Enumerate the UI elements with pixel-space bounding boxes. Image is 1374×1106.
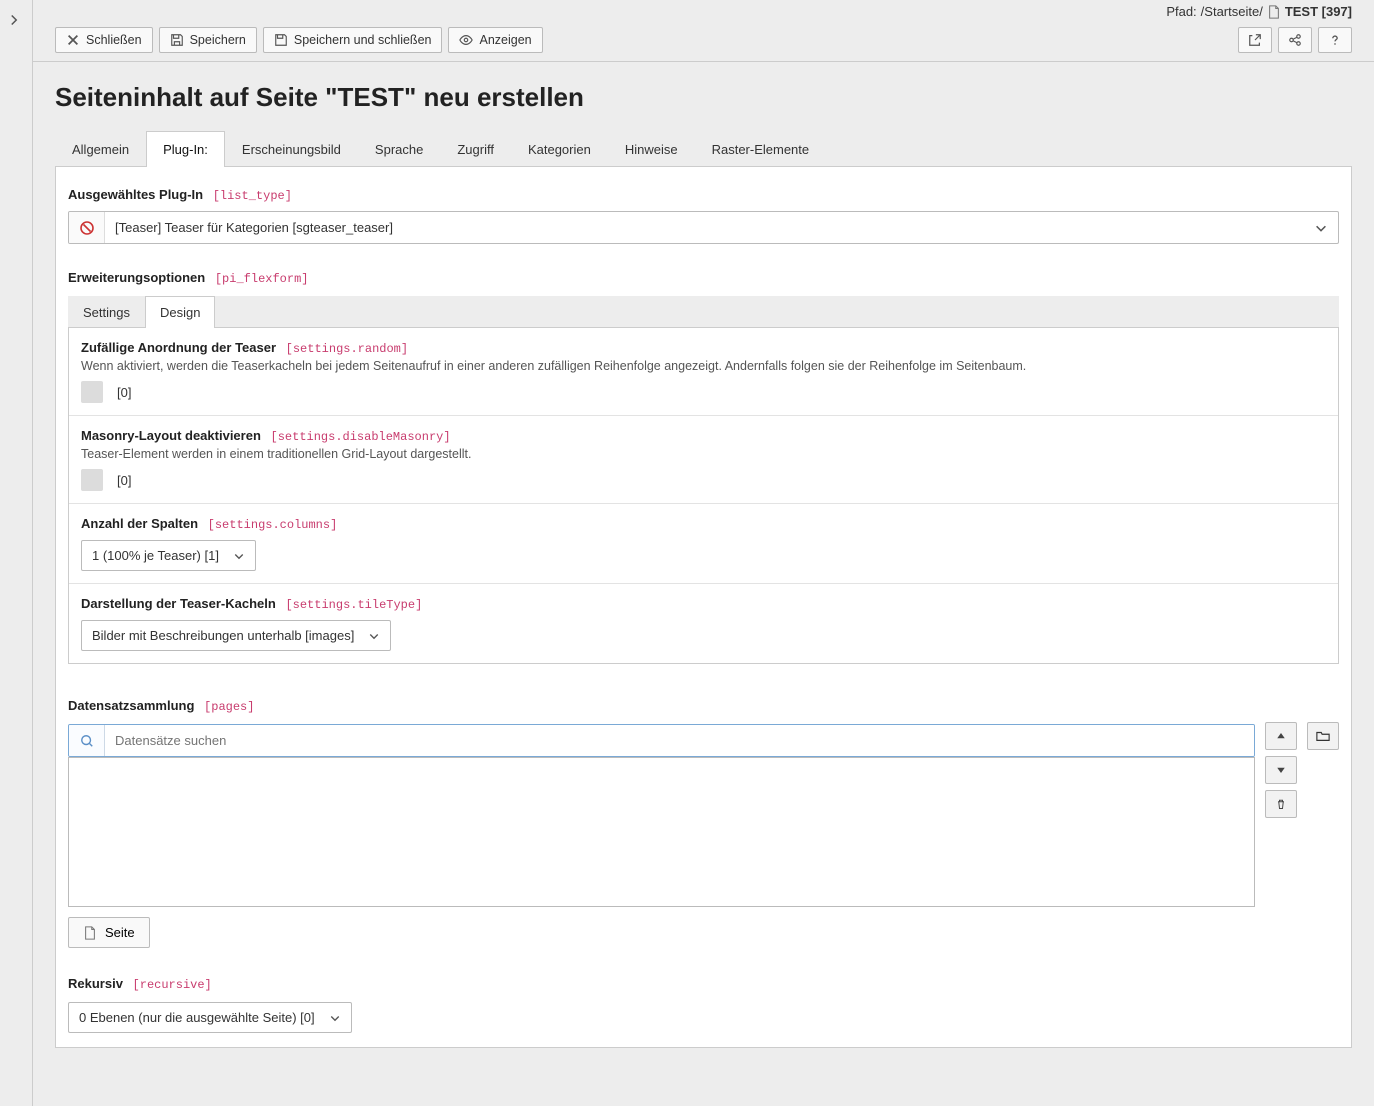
search-icon	[69, 725, 105, 756]
plugin-label: Ausgewähltes Plug-In [list_type]	[56, 187, 1351, 207]
list-browse-button[interactable]	[1307, 722, 1339, 750]
recursive-select[interactable]: 0 Ebenen (nur die ausgewählte Seite) [0]	[68, 1002, 352, 1033]
chevron-down-icon	[368, 630, 380, 642]
tab-categories[interactable]: Kategorien	[511, 131, 608, 167]
tab-language[interactable]: Sprache	[358, 131, 440, 167]
chevron-down-icon	[329, 1012, 341, 1024]
chevron-down-icon	[233, 550, 245, 562]
flexform-label: Erweiterungsoptionen [pi_flexform]	[56, 270, 1351, 290]
setting-random-checkbox[interactable]	[81, 381, 103, 403]
pages-search-row	[68, 724, 1255, 757]
setting-masonry-checkbox[interactable]	[81, 469, 103, 491]
pages-add-page-button[interactable]: Seite	[68, 917, 150, 948]
save-button[interactable]: Speichern	[159, 27, 257, 53]
page-title: Seiteninhalt auf Seite "TEST" neu erstel…	[55, 82, 1352, 113]
subtab-design[interactable]: Design	[145, 296, 215, 328]
setting-random-value: [0]	[117, 385, 131, 400]
setting-random-desc: Wenn aktiviert, werden die Teaserkacheln…	[81, 359, 1326, 373]
recursive-label: Rekursiv [recursive]	[68, 976, 1339, 996]
list-move-up-button[interactable]	[1265, 722, 1297, 750]
setting-masonry-label: Masonry-Layout deaktivieren [settings.di…	[81, 428, 1326, 444]
setting-columns-label: Anzahl der Spalten [settings.columns]	[81, 516, 1326, 532]
tab-notes[interactable]: Hinweise	[608, 131, 695, 167]
share-button[interactable]	[1278, 27, 1312, 53]
chevron-down-icon	[1314, 221, 1328, 235]
save-close-button[interactable]: Speichern und schließen	[263, 27, 443, 53]
pages-search-input[interactable]	[105, 725, 1254, 756]
setting-tiletype-select[interactable]: Bilder mit Beschreibungen unterhalb [ima…	[81, 620, 391, 651]
plugin-select[interactable]: [Teaser] Teaser für Kategorien [sgteaser…	[68, 211, 1339, 244]
pages-listbox[interactable]	[68, 757, 1255, 907]
list-remove-button[interactable]	[1265, 790, 1297, 818]
setting-masonry-value: [0]	[117, 473, 131, 488]
pages-label: Datensatzsammlung [pages]	[68, 698, 1339, 718]
close-button[interactable]: Schließen	[55, 27, 153, 53]
list-move-down-button[interactable]	[1265, 756, 1297, 784]
page-tree-toggle[interactable]	[8, 14, 20, 29]
page-icon	[83, 926, 97, 940]
preview-button[interactable]: Anzeigen	[448, 27, 542, 53]
tab-general[interactable]: Allgemein	[55, 131, 146, 167]
setting-columns-select[interactable]: 1 (100% je Teaser) [1]	[81, 540, 256, 571]
breadcrumb-current: TEST [397]	[1285, 4, 1352, 19]
tab-gridelements[interactable]: Raster-Elemente	[695, 131, 827, 167]
help-button[interactable]	[1318, 27, 1352, 53]
setting-random-label: Zufällige Anordnung der Teaser [settings…	[81, 340, 1326, 356]
breadcrumb: Pfad: /Startseite/ TEST [397]	[33, 0, 1374, 19]
breadcrumb-label: Pfad:	[1166, 4, 1196, 19]
setting-tiletype-label: Darstellung der Teaser-Kacheln [settings…	[81, 596, 1326, 612]
open-new-window-button[interactable]	[1238, 27, 1272, 53]
subtab-settings[interactable]: Settings	[68, 296, 145, 328]
plugin-icon	[69, 212, 105, 243]
breadcrumb-path[interactable]: /Startseite/	[1201, 4, 1263, 19]
tab-appearance[interactable]: Erscheinungsbild	[225, 131, 358, 167]
setting-masonry-desc: Teaser-Element werden in einem tradition…	[81, 447, 1326, 461]
tab-plugin[interactable]: Plug-In:	[146, 131, 225, 167]
tab-access[interactable]: Zugriff	[440, 131, 511, 167]
page-icon	[1267, 5, 1281, 19]
